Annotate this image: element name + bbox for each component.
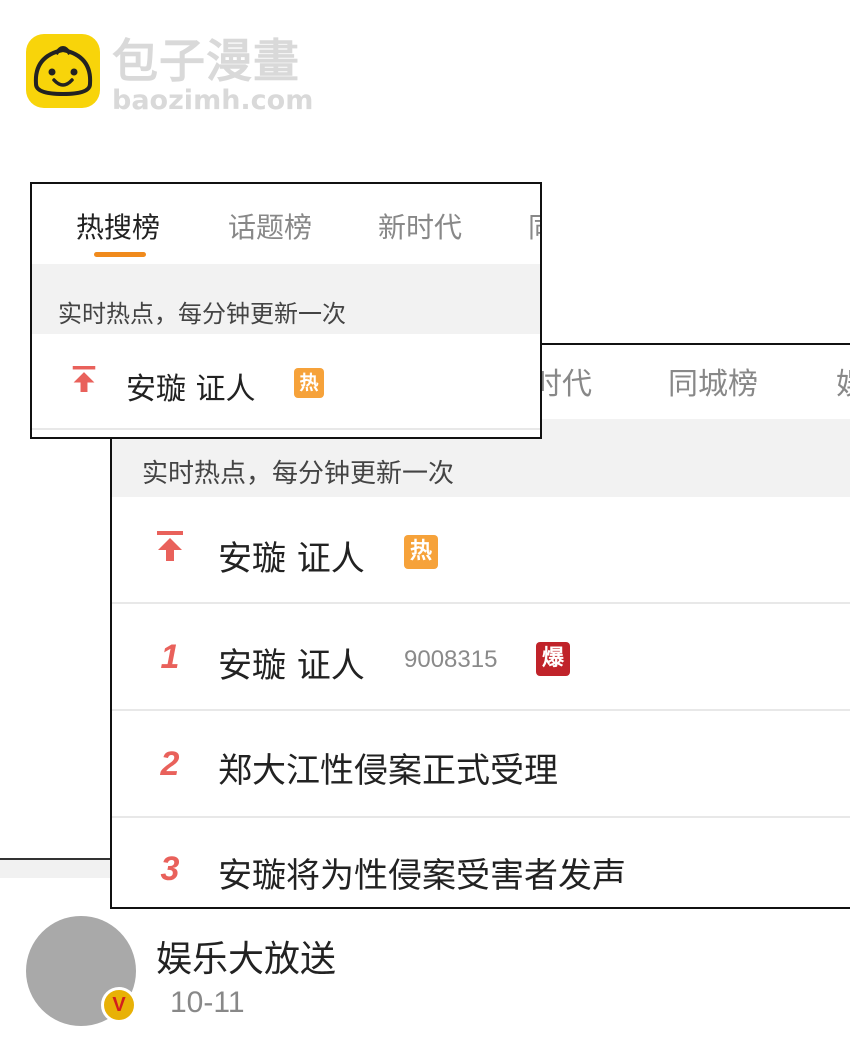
section-separator	[0, 860, 111, 878]
pin-top-icon	[152, 529, 188, 571]
boom-badge: 爆	[536, 642, 570, 676]
watermark-logo: 包子漫畫 baozimh.com	[26, 34, 326, 118]
list-item-pinned[interactable]: 安璇 证人 热	[32, 334, 540, 430]
hot-badge: 热	[294, 368, 324, 398]
watermark-url: baozimh.com	[112, 85, 314, 116]
list-item-pinned[interactable]: 安璇 证人 热	[112, 497, 850, 604]
item-title: 郑大江性侵案正式受理	[218, 751, 558, 791]
rank-number: 2	[160, 745, 180, 783]
tab-topics[interactable]: 话题榜	[228, 206, 312, 246]
post-date: 10-11	[170, 986, 245, 1019]
refresh-notice: 实时热点，每分钟更新一次	[32, 264, 540, 334]
hot-badge: 热	[404, 535, 438, 569]
item-title: 安璇 证人	[218, 646, 365, 686]
active-tab-indicator	[94, 252, 146, 257]
rank-number: 3	[160, 850, 180, 888]
list-item[interactable]: 3 安璇将为性侵案受害者发声	[112, 818, 850, 907]
rank-number: 1	[160, 638, 180, 676]
tab-entertainment[interactable]: 娱	[836, 359, 850, 403]
tab-local[interactable]: 同	[528, 206, 540, 246]
verified-badge-icon: V	[101, 987, 137, 1023]
watermark-title: 包子漫畫	[112, 34, 300, 88]
item-title: 安璇 证人	[126, 372, 256, 407]
pin-top-icon	[68, 364, 100, 398]
hot-search-panel-small: 热搜榜 话题榜 新时代 同 实时热点，每分钟更新一次 安璇 证人 热	[30, 182, 542, 439]
bun-logo-icon	[26, 34, 100, 108]
heat-count: 9008315	[404, 646, 498, 673]
tab-hot-search[interactable]: 热搜榜	[76, 206, 160, 246]
item-title: 安璇将为性侵案受害者发声	[218, 856, 626, 896]
list-item[interactable]: 2 郑大江性侵案正式受理	[112, 711, 850, 818]
tab-local[interactable]: 同城榜	[668, 359, 758, 403]
list-item[interactable]: 1 安璇 证人 9008315 爆	[112, 604, 850, 711]
post-author[interactable]: 娱乐大放送	[156, 930, 336, 982]
item-title: 安璇 证人	[218, 539, 365, 579]
tab-new-era[interactable]: 新时代	[378, 206, 462, 246]
